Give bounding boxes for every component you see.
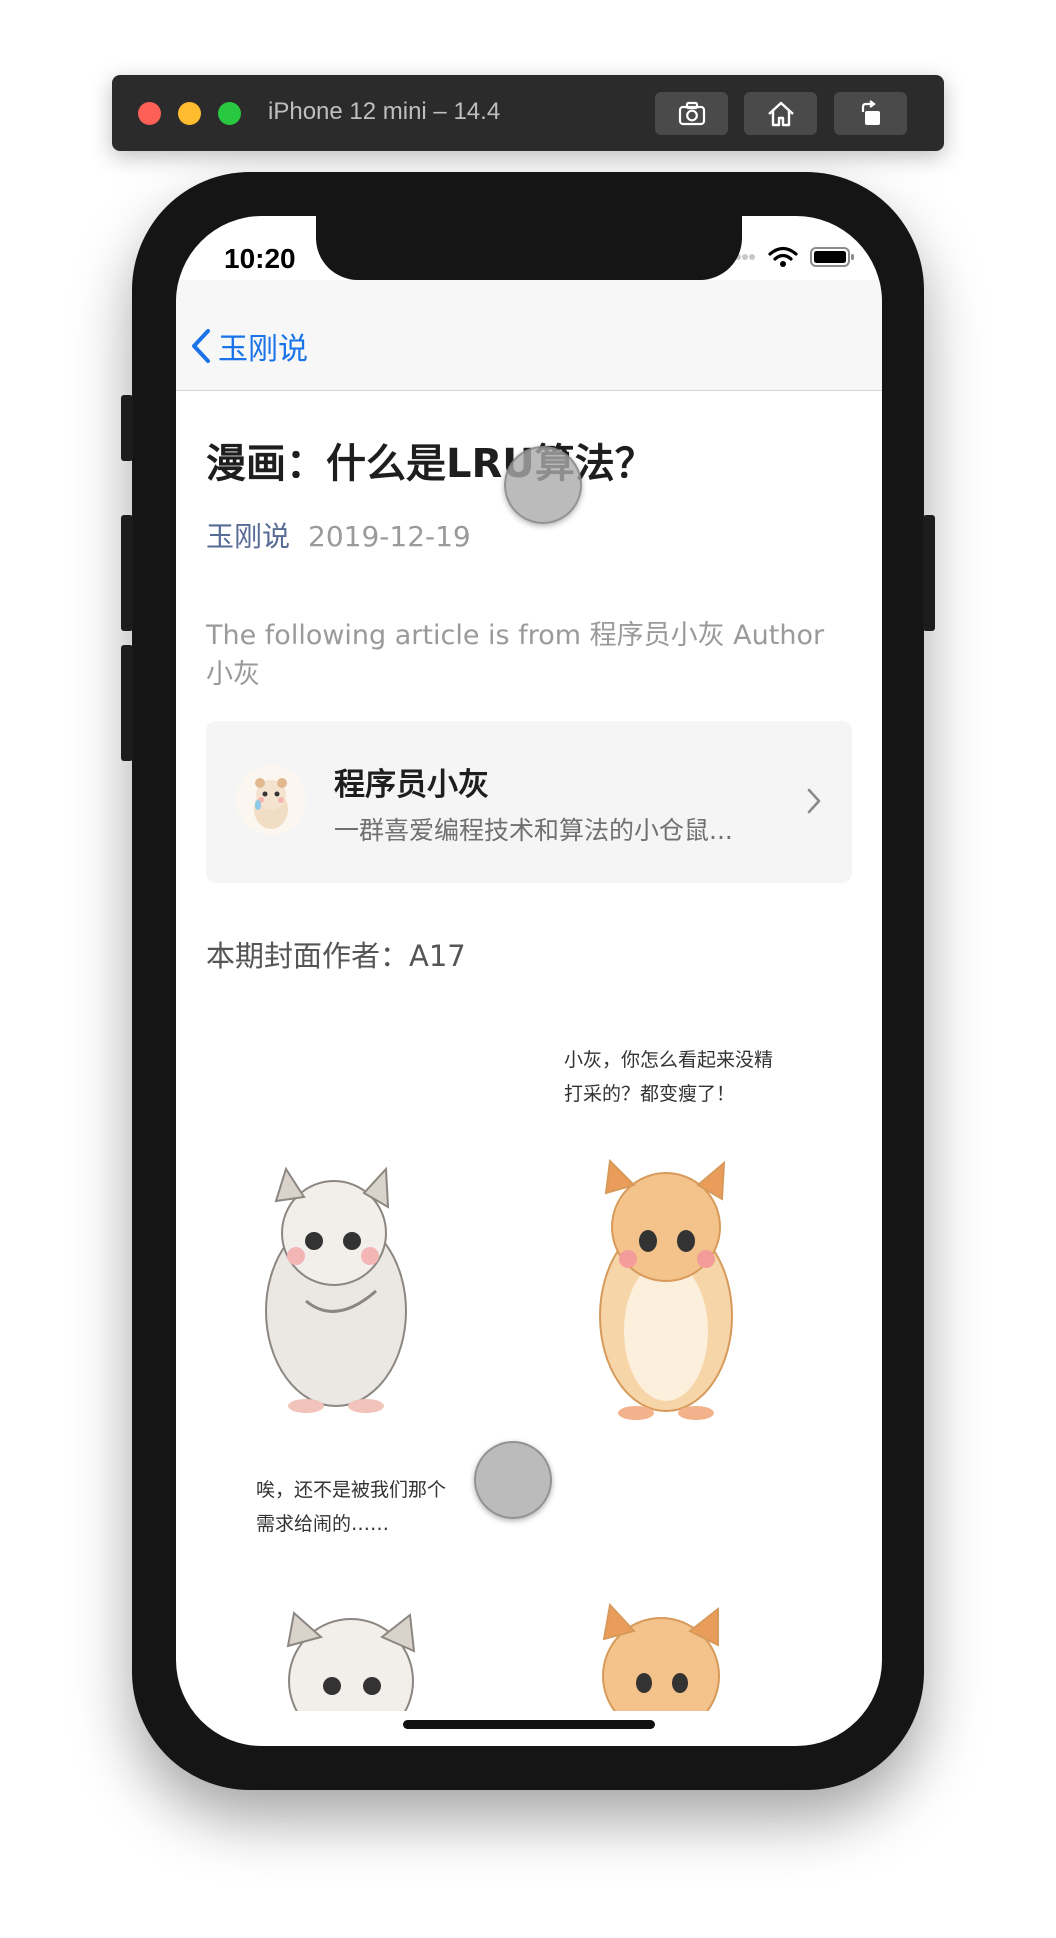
mute-switch[interactable]: [121, 395, 133, 461]
back-button[interactable]: 玉刚说: [190, 324, 308, 368]
avatar: [236, 765, 306, 835]
battery-icon: [810, 247, 854, 267]
notch: [316, 216, 742, 280]
touch-indicator: [504, 446, 582, 524]
author-link[interactable]: 玉刚说: [206, 520, 290, 553]
simulator-title: iPhone 12 mini – 14.4: [268, 98, 501, 125]
article-meta: 玉刚说 2019-12-19: [206, 515, 471, 555]
screenshot-button[interactable]: [655, 92, 728, 135]
power-button[interactable]: [923, 515, 935, 631]
touch-indicator: [474, 1441, 552, 1519]
chevron-right-icon: [807, 788, 821, 814]
orange-hamster-illustration: [599, 1158, 733, 1420]
home-indicator[interactable]: [403, 1720, 655, 1729]
orange-hamster-illustration-2: [602, 1602, 720, 1711]
cover-credit: 本期封面作者：A17: [206, 939, 466, 973]
navigation-bar: 玉刚说: [176, 280, 882, 391]
article-title: 漫画：什么是LRU算法？: [206, 441, 655, 487]
minimize-window-button[interactable]: [178, 102, 201, 125]
rotate-button[interactable]: [834, 92, 907, 135]
gray-hamster-illustration-2: [286, 1611, 416, 1711]
status-icons: [728, 246, 856, 268]
speech-1-line-2: 打采的？都变瘦了！: [564, 1083, 736, 1105]
chevron-left-icon: [192, 329, 210, 363]
source-note: The following article is from 程序员小灰 Auth…: [206, 620, 825, 690]
back-button-label: 玉刚说: [218, 332, 308, 367]
wifi-icon: [768, 246, 798, 267]
status-time: 10:20: [224, 243, 296, 274]
volume-up-button[interactable]: [121, 515, 133, 631]
simulator-title-bar: iPhone 12 mini – 14.4: [112, 75, 944, 151]
profile-name: 程序员小灰: [334, 767, 489, 803]
maximize-window-button[interactable]: [218, 102, 241, 125]
speech-bubble-2: 唉，还不是被我们那个 需求给闹的……: [256, 1473, 446, 1541]
speech-2-line-1: 唉，还不是被我们那个: [256, 1479, 447, 1501]
volume-down-button[interactable]: [121, 645, 133, 761]
publish-date: 2019-12-19: [308, 520, 471, 553]
home-icon: [767, 101, 794, 126]
screenshot-icon: [678, 101, 705, 125]
comic-image: 小灰，你怎么看起来没精 打采的？都变瘦了！ 唉，还不是被我们那个 需求给闹的……: [206, 1031, 852, 1711]
phone-screen: 10:20 玉刚说 漫画：什么是LRU算法？ 玉刚说 2019-12-19 Th…: [176, 216, 882, 1746]
speech-bubble-1: 小灰，你怎么看起来没精 打采的？都变瘦了！: [564, 1043, 773, 1111]
hamster-avatar-icon: [236, 765, 306, 835]
profile-card[interactable]: 程序员小灰 一群喜爱编程技术和算法的小仓鼠...: [206, 721, 852, 883]
rotate-icon: [861, 99, 880, 125]
close-window-button[interactable]: [138, 102, 161, 125]
gray-hamster-illustration: [265, 1166, 407, 1413]
speech-1-line-1: 小灰，你怎么看起来没精: [564, 1049, 774, 1071]
home-button[interactable]: [744, 92, 817, 135]
speech-2-line-2: 需求给闹的……: [256, 1513, 390, 1535]
profile-description: 一群喜爱编程技术和算法的小仓鼠...: [334, 816, 733, 845]
